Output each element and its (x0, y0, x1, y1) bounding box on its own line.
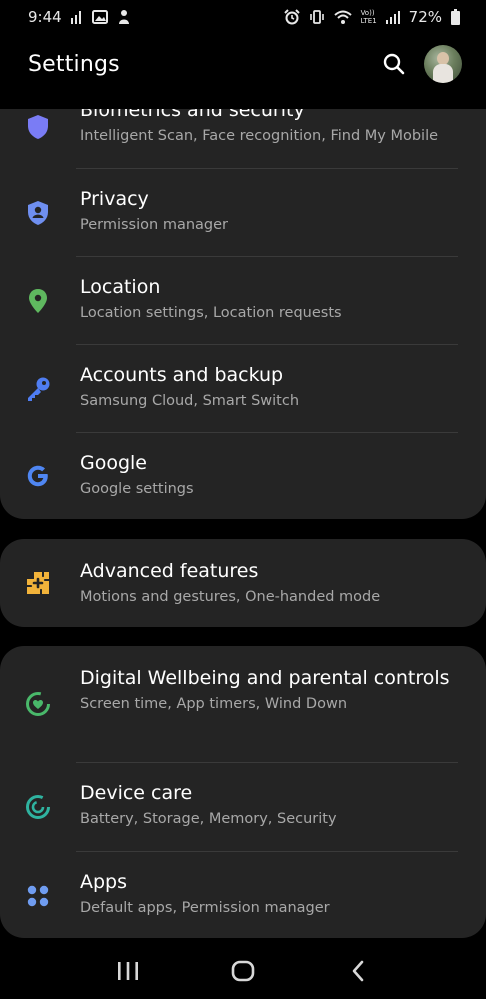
setting-subtitle: Default apps, Permission manager (80, 900, 330, 916)
setting-title: Digital Wellbeing and parental controls (80, 667, 450, 689)
device-care-icon (24, 793, 52, 821)
search-icon (383, 53, 405, 75)
wifi-icon (333, 10, 352, 25)
puzzle-plus-icon (24, 569, 52, 597)
setting-subtitle: Google settings (80, 481, 194, 497)
home-icon (231, 960, 255, 981)
signal-bars-icon (70, 10, 83, 24)
battery-icon (451, 9, 460, 25)
key-icon (24, 375, 52, 403)
setting-advanced-features[interactable]: Advanced features Motions and gestures, … (0, 539, 486, 627)
shield-icon (24, 113, 52, 141)
recent-apps-icon (117, 961, 138, 980)
home-button[interactable] (223, 951, 263, 991)
settings-group-security: Biometrics and security Intelligent Scan… (0, 109, 486, 519)
apps-grid-icon (24, 882, 52, 910)
status-bar: 9:44 Vo)) LTE1 72% (0, 0, 486, 34)
gallery-icon (91, 10, 108, 24)
setting-title: Google (80, 452, 148, 474)
setting-title: Biometrics and security (80, 109, 305, 121)
setting-biometrics-and-security[interactable]: Biometrics and security Intelligent Scan… (0, 109, 486, 167)
wellbeing-icon (24, 690, 52, 718)
setting-device-care[interactable]: Device care Battery, Storage, Memory, Se… (0, 763, 486, 851)
setting-title: Device care (80, 782, 193, 804)
navigation-bar (0, 942, 486, 999)
app-notification-icon (117, 9, 131, 25)
cell-signal-icon (385, 10, 400, 24)
page-title: Settings (28, 51, 120, 77)
recent-apps-button[interactable] (108, 951, 148, 991)
setting-subtitle: Location settings, Location requests (80, 305, 342, 321)
setting-subtitle: Permission manager (80, 217, 228, 233)
privacy-shield-icon (24, 199, 52, 227)
settings-group-advanced: Advanced features Motions and gestures, … (0, 539, 486, 627)
location-pin-icon (24, 287, 52, 315)
mute-vibrate-icon (309, 9, 325, 25)
setting-google[interactable]: Google Google settings (0, 433, 486, 519)
setting-title: Privacy (80, 188, 149, 210)
setting-subtitle: Intelligent Scan, Face recognition, Find… (80, 128, 439, 144)
status-time: 9:44 (28, 8, 62, 26)
alarm-icon (283, 9, 300, 25)
settings-screen: 9:44 Vo)) LTE1 72% Settings Biometrics a… (0, 0, 486, 999)
setting-apps[interactable]: Apps Default apps, Permission manager (0, 852, 486, 938)
setting-location[interactable]: Location Location settings, Location req… (0, 257, 486, 345)
setting-accounts-and-backup[interactable]: Accounts and backup Samsung Cloud, Smart… (0, 345, 486, 433)
profile-avatar[interactable] (424, 45, 462, 83)
search-button[interactable] (376, 46, 412, 82)
volte-indicator: Vo)) LTE1 (360, 9, 377, 25)
google-icon (24, 462, 52, 490)
back-button[interactable] (338, 951, 378, 991)
setting-title: Advanced features (80, 560, 259, 582)
setting-title: Location (80, 276, 161, 298)
setting-subtitle: Samsung Cloud, Smart Switch (80, 393, 300, 409)
setting-subtitle: Screen time, App timers, Wind Down (80, 696, 348, 712)
setting-privacy[interactable]: Privacy Permission manager (0, 169, 486, 257)
battery-percent: 72% (408, 8, 442, 26)
settings-group-wellbeing: Digital Wellbeing and parental controls … (0, 646, 486, 938)
app-header: Settings (0, 34, 486, 94)
setting-digital-wellbeing[interactable]: Digital Wellbeing and parental controls … (0, 646, 486, 762)
setting-title: Apps (80, 871, 128, 893)
back-icon (353, 960, 364, 981)
setting-subtitle: Motions and gestures, One-handed mode (80, 589, 381, 605)
setting-title: Accounts and backup (80, 364, 284, 386)
setting-subtitle: Battery, Storage, Memory, Security (80, 811, 337, 827)
